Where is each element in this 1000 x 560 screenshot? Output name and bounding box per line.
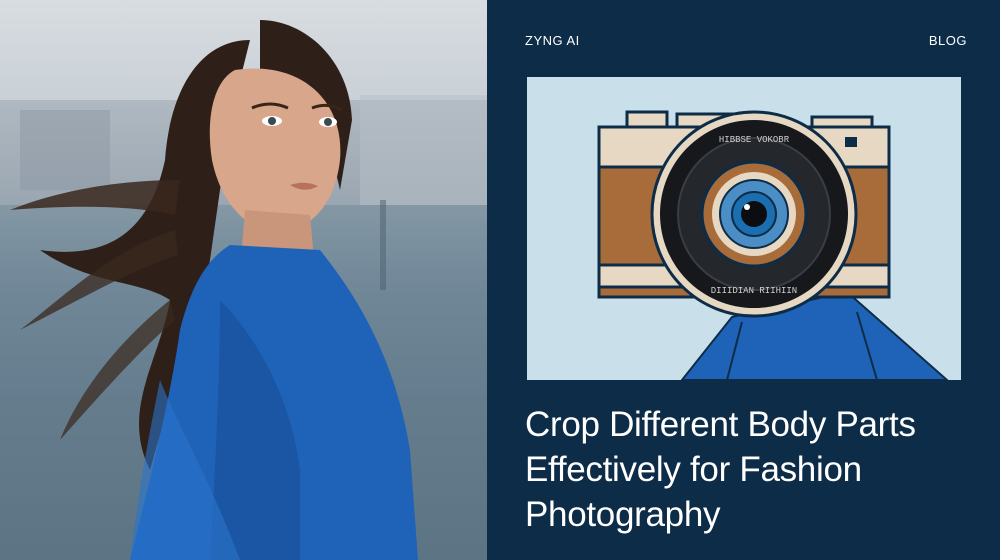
article-hero: ZYNG AI BLOG HIBBSE VOKOBR DIIIDIAN RIIH…	[0, 0, 1000, 560]
article-title[interactable]: Crop Different Body Parts Effectively fo…	[525, 402, 975, 537]
article-panel: ZYNG AI BLOG HIBBSE VOKOBR DIIIDIAN RIIH…	[487, 0, 1000, 560]
hero-photo	[0, 0, 487, 560]
camera-illustration: HIBBSE VOKOBR DIIIDIAN RIIHIIN	[527, 77, 961, 380]
lens-text-top: HIBBSE VOKOBR	[719, 135, 790, 145]
lens-text-bottom: DIIIDIAN RIIHIIN	[711, 286, 797, 296]
camera-icon: HIBBSE VOKOBR DIIIDIAN RIIHIIN	[597, 110, 891, 318]
nav-link-blog[interactable]: BLOG	[929, 33, 967, 48]
brand-logo[interactable]: ZYNG AI	[525, 33, 580, 48]
